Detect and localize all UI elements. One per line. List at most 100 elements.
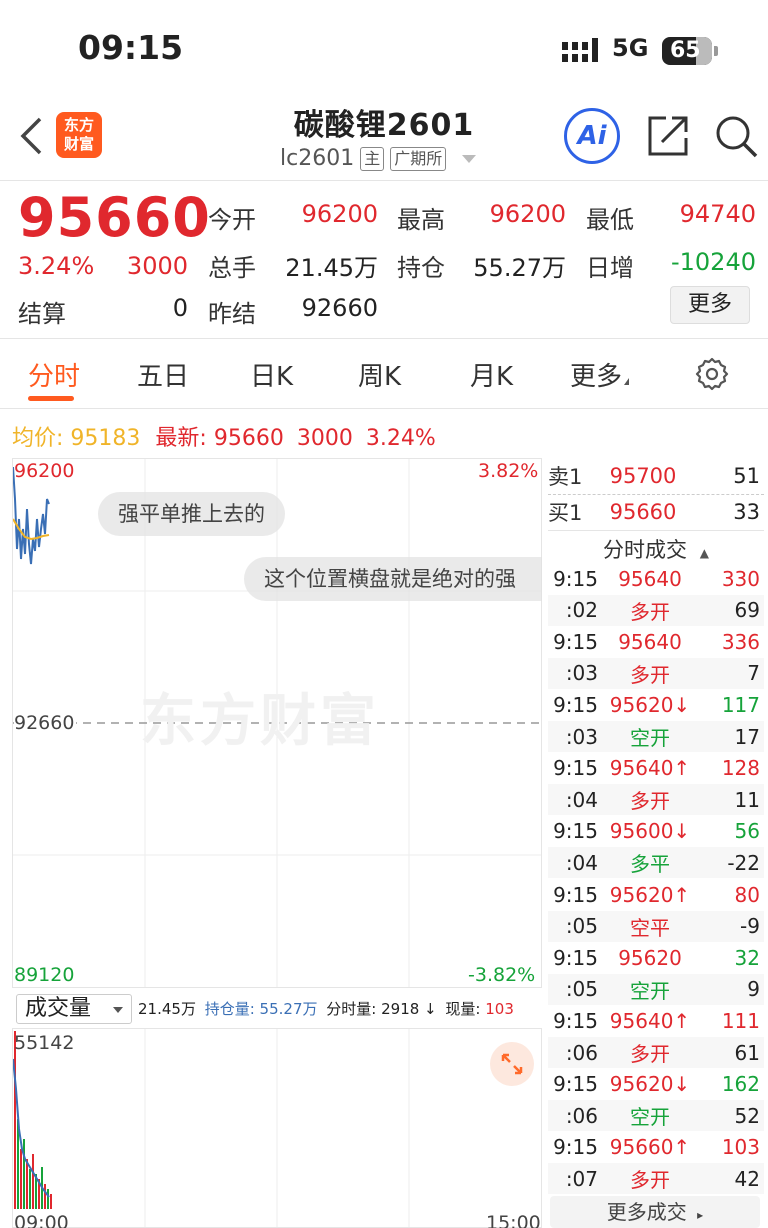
main-tag: 主	[360, 146, 385, 171]
bid-volume: 33	[733, 500, 760, 524]
bid-label: 买1	[548, 501, 583, 525]
orderbook-bottom-divider	[548, 530, 764, 531]
tab-monthly-k[interactable]: 月K	[470, 356, 513, 393]
volume-bar	[44, 1184, 46, 1209]
volume-chart-grid	[13, 1029, 410, 1227]
battery-icon: 65	[662, 37, 718, 65]
oi-value: 55.27万	[473, 254, 566, 282]
prev-settle-value: 92660	[301, 294, 378, 322]
tab-intraday[interactable]: 分时	[28, 356, 80, 393]
quote-divider	[0, 338, 768, 339]
chevron-down-icon	[113, 1007, 123, 1013]
trade-time: 9:15	[553, 945, 598, 970]
indicator-select-label: 成交量	[25, 996, 92, 1021]
orderbook-bid-row: 买1 95660 33	[548, 494, 764, 530]
volume-label: 总手	[208, 254, 256, 282]
trade-volume: 17	[734, 724, 760, 749]
tab-daily-k[interactable]: 日K	[250, 356, 293, 393]
tab-five-day[interactable]: 五日	[137, 356, 189, 393]
comment-bubble[interactable]: 这个位置横盘就是绝对的强	[244, 557, 542, 601]
trade-row: 9:15 95620↓ 117	[548, 689, 764, 720]
trade-price: 空开	[630, 726, 670, 750]
more-trades-button[interactable]: 更多成交 ▸	[550, 1196, 760, 1228]
trade-time: 9:15	[553, 1008, 598, 1033]
tab-more[interactable]: 更多	[570, 356, 630, 393]
change-value: 3000	[126, 252, 188, 280]
trade-price: 多开	[630, 662, 670, 687]
high-value: 96200	[489, 200, 566, 228]
volume-chart[interactable]	[12, 1028, 542, 1228]
trade-volume: 61	[734, 1040, 760, 1065]
trade-volume: 9	[747, 977, 760, 1002]
trade-time: :05	[565, 977, 598, 1002]
comment-bubble[interactable]: 强平单推上去的	[98, 492, 285, 536]
volume-now-label: 现量:	[445, 1000, 481, 1018]
search-icon[interactable]	[714, 114, 758, 158]
indicator-select[interactable]: 成交量	[16, 994, 132, 1024]
trade-row: 9:15 95640↑ 111	[548, 1005, 764, 1036]
prev-settle-label: 昨结	[208, 300, 256, 328]
contract-subtitle[interactable]: lc2601 主 广期所	[280, 146, 477, 171]
gear-icon[interactable]	[694, 356, 730, 392]
time-end-label: 15:00	[486, 1212, 541, 1228]
trade-volume: 336	[721, 629, 760, 654]
trade-time: 9:15	[553, 1072, 598, 1097]
network-label: 5G	[612, 34, 649, 62]
trade-row: 9:15 95640 330	[548, 563, 764, 594]
trade-price: 95640	[618, 566, 682, 591]
trade-time: 9:15	[553, 692, 598, 717]
trade-volume: -9	[740, 914, 760, 939]
time-start-label: 09:00	[14, 1212, 69, 1228]
trade-volume: 42	[734, 1166, 760, 1191]
ai-button[interactable]: Ai	[564, 108, 620, 164]
trade-time: :06	[565, 1040, 598, 1065]
chevron-right-icon: ▸	[697, 1208, 704, 1222]
volume-total: 21.45万	[138, 1000, 196, 1018]
trade-time: :03	[565, 661, 598, 686]
price-info-line: 均价: 95183 最新: 95660 3000 3.24%	[12, 420, 436, 452]
share-icon[interactable]	[646, 114, 690, 158]
trade-price: 95640↑	[609, 756, 691, 781]
trade-row: 9:15 95620↓ 162	[548, 1069, 764, 1100]
trade-row: 9:15 95640↑ 128	[548, 753, 764, 784]
trade-price: 95600↓	[609, 819, 691, 844]
volume-bar	[23, 1139, 25, 1209]
settle-label: 结算	[18, 300, 66, 328]
trade-volume: 162	[721, 1072, 760, 1097]
trade-row: 9:15 95620↑ 80	[548, 879, 764, 910]
signal-icon	[562, 38, 598, 62]
header-divider	[0, 180, 768, 181]
trade-volume: 11	[734, 787, 760, 812]
trade-row: 9:15 95640 336	[548, 626, 764, 657]
corner-triangle-icon	[624, 378, 630, 385]
trade-time: 9:15	[553, 756, 598, 781]
trade-time: :02	[565, 598, 598, 623]
trade-price: 95660↑	[609, 1135, 691, 1160]
low-label: 最低	[586, 206, 634, 234]
trade-row: :07 多开 42	[548, 1163, 764, 1195]
bid-price: 95660	[609, 500, 677, 524]
trade-volume: 117	[721, 692, 760, 717]
volume-info: 21.45万 持仓量: 55.27万 分时量: 2918 ↓ 现量: 103	[138, 998, 514, 1019]
expand-icon	[501, 1053, 523, 1075]
trade-price: 95620	[618, 945, 682, 970]
trade-time: :04	[565, 850, 598, 875]
change-pct: 3.24%	[18, 252, 95, 280]
trade-time: :06	[565, 1103, 598, 1128]
latest-change: 3000	[296, 426, 353, 451]
trade-volume: 128	[721, 756, 760, 781]
trade-time: :04	[565, 787, 598, 812]
volume-bar	[47, 1189, 49, 1209]
volume-value: 21.45万	[285, 254, 378, 282]
expand-button[interactable]	[490, 1042, 534, 1086]
tab-weekly-k[interactable]: 周K	[358, 356, 401, 393]
volume-now: 103	[485, 1000, 514, 1018]
trade-row: 9:15 95660↑ 103	[548, 1132, 764, 1163]
quote-more-button[interactable]: 更多	[670, 286, 750, 324]
volume-oi: 持仓量: 55.27万	[204, 1000, 318, 1018]
trades-header[interactable]: 分时成交 ▲	[548, 534, 764, 564]
open-label: 今开	[208, 206, 256, 234]
oi-label: 持仓	[397, 254, 445, 282]
volume-bar	[50, 1194, 52, 1209]
sort-up-icon: ▲	[699, 546, 709, 560]
